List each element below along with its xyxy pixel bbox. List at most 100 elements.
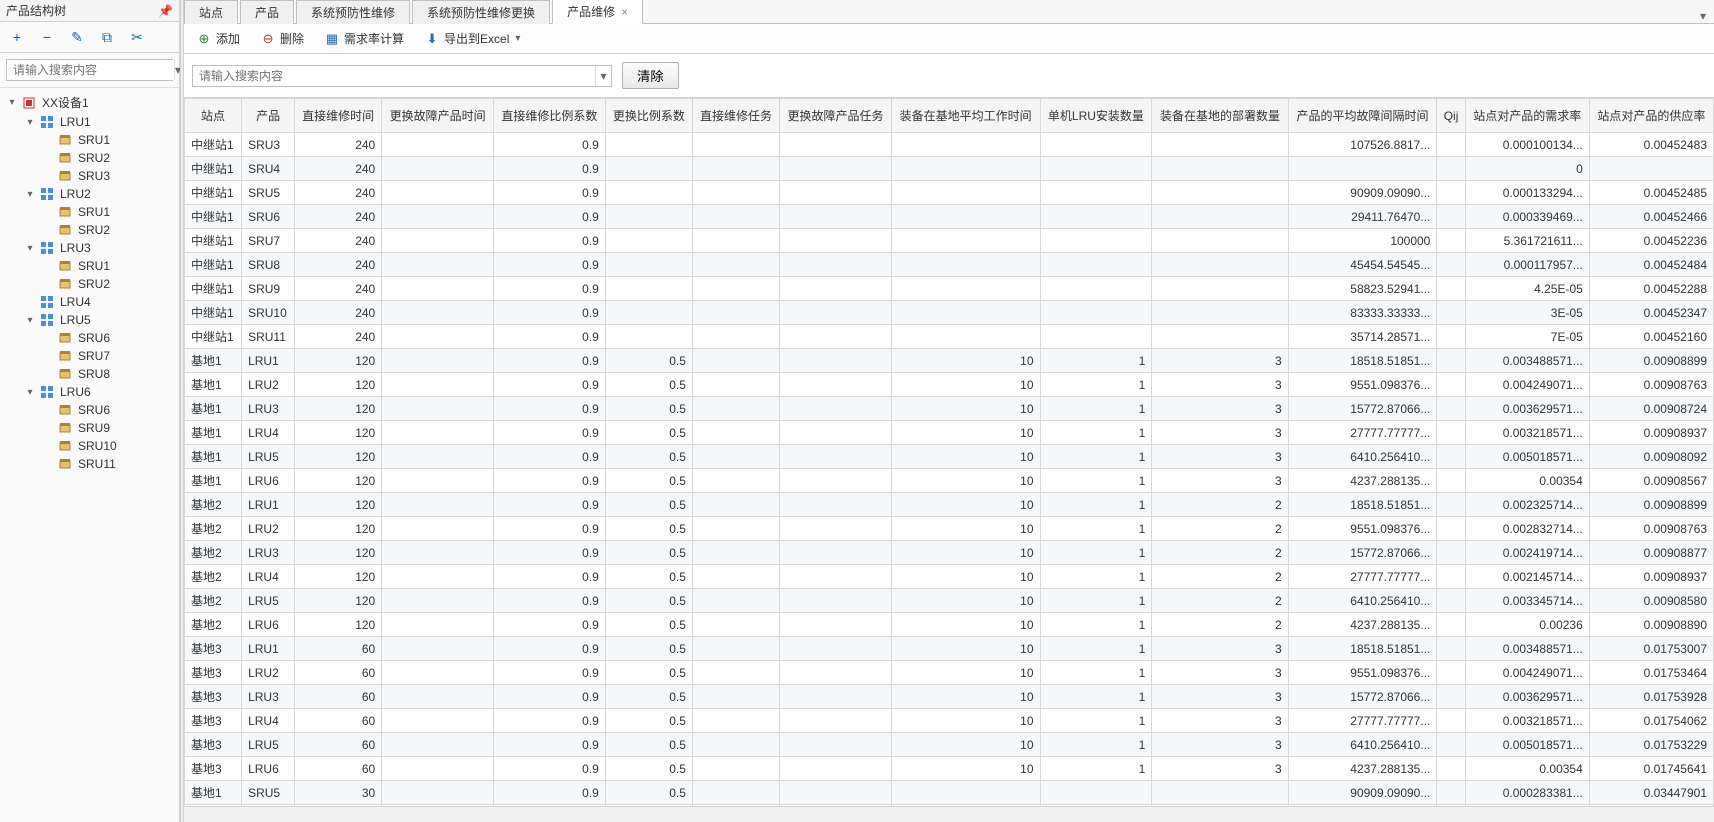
cell[interactable]: 基地1 [185, 373, 242, 397]
clear-button[interactable]: 清除 [622, 62, 679, 89]
cell[interactable]: 0.01753007 [1589, 637, 1713, 661]
cell[interactable] [692, 517, 779, 541]
tree-toggle-icon[interactable]: ▾ [24, 387, 36, 398]
cell[interactable]: 0.00908937 [1589, 421, 1713, 445]
cell[interactable]: 0.002832714... [1465, 517, 1589, 541]
cell[interactable]: 基地3 [185, 733, 242, 757]
cell[interactable]: 0.00908899 [1589, 493, 1713, 517]
cell[interactable]: 0.005018571... [1465, 733, 1589, 757]
cell[interactable]: LRU1 [242, 637, 295, 661]
cell[interactable]: 10 [891, 565, 1040, 589]
cell[interactable] [780, 181, 892, 205]
cell[interactable]: 1 [1040, 589, 1152, 613]
cell[interactable]: 0.5 [605, 733, 692, 757]
cell[interactable]: 2 [1152, 613, 1288, 637]
table-row[interactable]: 基地3LRU5600.90.510136410.256410...0.00501… [185, 733, 1714, 757]
cell[interactable]: 基地3 [185, 757, 242, 781]
cell[interactable]: 基地3 [185, 709, 242, 733]
cell[interactable] [780, 157, 892, 181]
cell[interactable] [382, 253, 494, 277]
sidebar-search-input[interactable] [7, 60, 174, 80]
cell[interactable] [382, 349, 494, 373]
cell[interactable] [780, 493, 892, 517]
cell[interactable] [1437, 325, 1465, 349]
cell[interactable]: 90909.09090... [1288, 181, 1437, 205]
table-row[interactable]: 基地1LRU61200.90.510134237.288135...0.0035… [185, 469, 1714, 493]
cell[interactable] [1437, 445, 1465, 469]
cell[interactable] [692, 613, 779, 637]
cell[interactable] [780, 613, 892, 637]
cell[interactable]: 120 [295, 565, 382, 589]
cell[interactable] [1437, 349, 1465, 373]
cell[interactable]: 30 [295, 781, 382, 805]
cell[interactable]: 120 [295, 613, 382, 637]
cell[interactable]: 0.9 [494, 613, 606, 637]
cell[interactable]: 29411.76470... [1288, 205, 1437, 229]
cell[interactable]: 1 [1040, 349, 1152, 373]
cell[interactable] [780, 685, 892, 709]
table-row[interactable]: 中继站1SRU32400.9107526.8817...0.000100134.… [185, 133, 1714, 157]
cell[interactable] [1437, 733, 1465, 757]
cell[interactable] [1437, 613, 1465, 637]
cell[interactable]: 27777.77777... [1288, 565, 1437, 589]
cell[interactable] [692, 301, 779, 325]
cell[interactable]: SRU8 [242, 253, 295, 277]
tree-node[interactable]: SRU2 [0, 275, 179, 293]
cell[interactable]: 0.00452485 [1589, 181, 1713, 205]
cell[interactable]: LRU6 [242, 469, 295, 493]
tree-node[interactable]: ▾XX设备1 [0, 92, 179, 113]
cell[interactable] [382, 757, 494, 781]
cell[interactable] [1152, 181, 1288, 205]
cell[interactable]: 9551.098376... [1288, 517, 1437, 541]
cell[interactable] [382, 397, 494, 421]
cell[interactable] [1288, 157, 1437, 181]
cell[interactable]: 0.000283381... [1465, 781, 1589, 805]
cell[interactable]: 120 [295, 517, 382, 541]
cell[interactable] [382, 373, 494, 397]
cell[interactable]: 240 [295, 301, 382, 325]
cell[interactable]: 1 [1040, 565, 1152, 589]
cell[interactable]: 10 [891, 757, 1040, 781]
cell[interactable] [1040, 781, 1152, 805]
cell[interactable]: LRU6 [242, 757, 295, 781]
filter-search-input[interactable] [193, 66, 595, 86]
cell[interactable] [780, 781, 892, 805]
table-row[interactable]: 基地2LRU31200.90.5101215772.87066...0.0024… [185, 541, 1714, 565]
cell[interactable]: 18518.51851... [1288, 493, 1437, 517]
tree-node[interactable]: SRU3 [0, 167, 179, 185]
cell[interactable] [382, 637, 494, 661]
cell[interactable]: SRU10 [242, 301, 295, 325]
table-row[interactable]: 基地2LRU11200.90.5101218518.51851...0.0023… [185, 493, 1714, 517]
cell[interactable]: 0.00452483 [1589, 133, 1713, 157]
cell[interactable] [780, 661, 892, 685]
cell[interactable]: 2 [1152, 589, 1288, 613]
cell[interactable]: 0.00908877 [1589, 541, 1713, 565]
cell[interactable]: 0.00908092 [1589, 445, 1713, 469]
cell[interactable]: 中继站1 [185, 133, 242, 157]
cell[interactable] [1437, 565, 1465, 589]
cell[interactable]: 0.9 [494, 781, 606, 805]
cell[interactable]: SRU7 [242, 229, 295, 253]
cell[interactable] [692, 229, 779, 253]
tree-node[interactable]: SRU8 [0, 365, 179, 383]
cell[interactable]: 0.002145714... [1465, 565, 1589, 589]
cell[interactable]: 18518.51851... [1288, 349, 1437, 373]
column-header[interactable]: 单机LRU安装数量 [1040, 99, 1152, 133]
cell[interactable]: 基地3 [185, 637, 242, 661]
cell[interactable] [780, 565, 892, 589]
cell[interactable]: 3 [1152, 685, 1288, 709]
cell[interactable] [1152, 157, 1288, 181]
column-header[interactable]: 直接维修比例系数 [494, 99, 606, 133]
cell[interactable]: 7E-05 [1465, 325, 1589, 349]
cell[interactable]: 0.004249071... [1465, 373, 1589, 397]
cell[interactable] [382, 493, 494, 517]
cell[interactable]: 1 [1040, 613, 1152, 637]
cell[interactable] [1152, 229, 1288, 253]
cell[interactable]: 240 [295, 157, 382, 181]
cell[interactable]: 6410.256410... [1288, 445, 1437, 469]
cell[interactable]: 0.004249071... [1465, 661, 1589, 685]
cell[interactable]: 1 [1040, 373, 1152, 397]
cell[interactable]: 中继站1 [185, 229, 242, 253]
cell[interactable]: 0.5 [605, 757, 692, 781]
cell[interactable]: 基地3 [185, 685, 242, 709]
